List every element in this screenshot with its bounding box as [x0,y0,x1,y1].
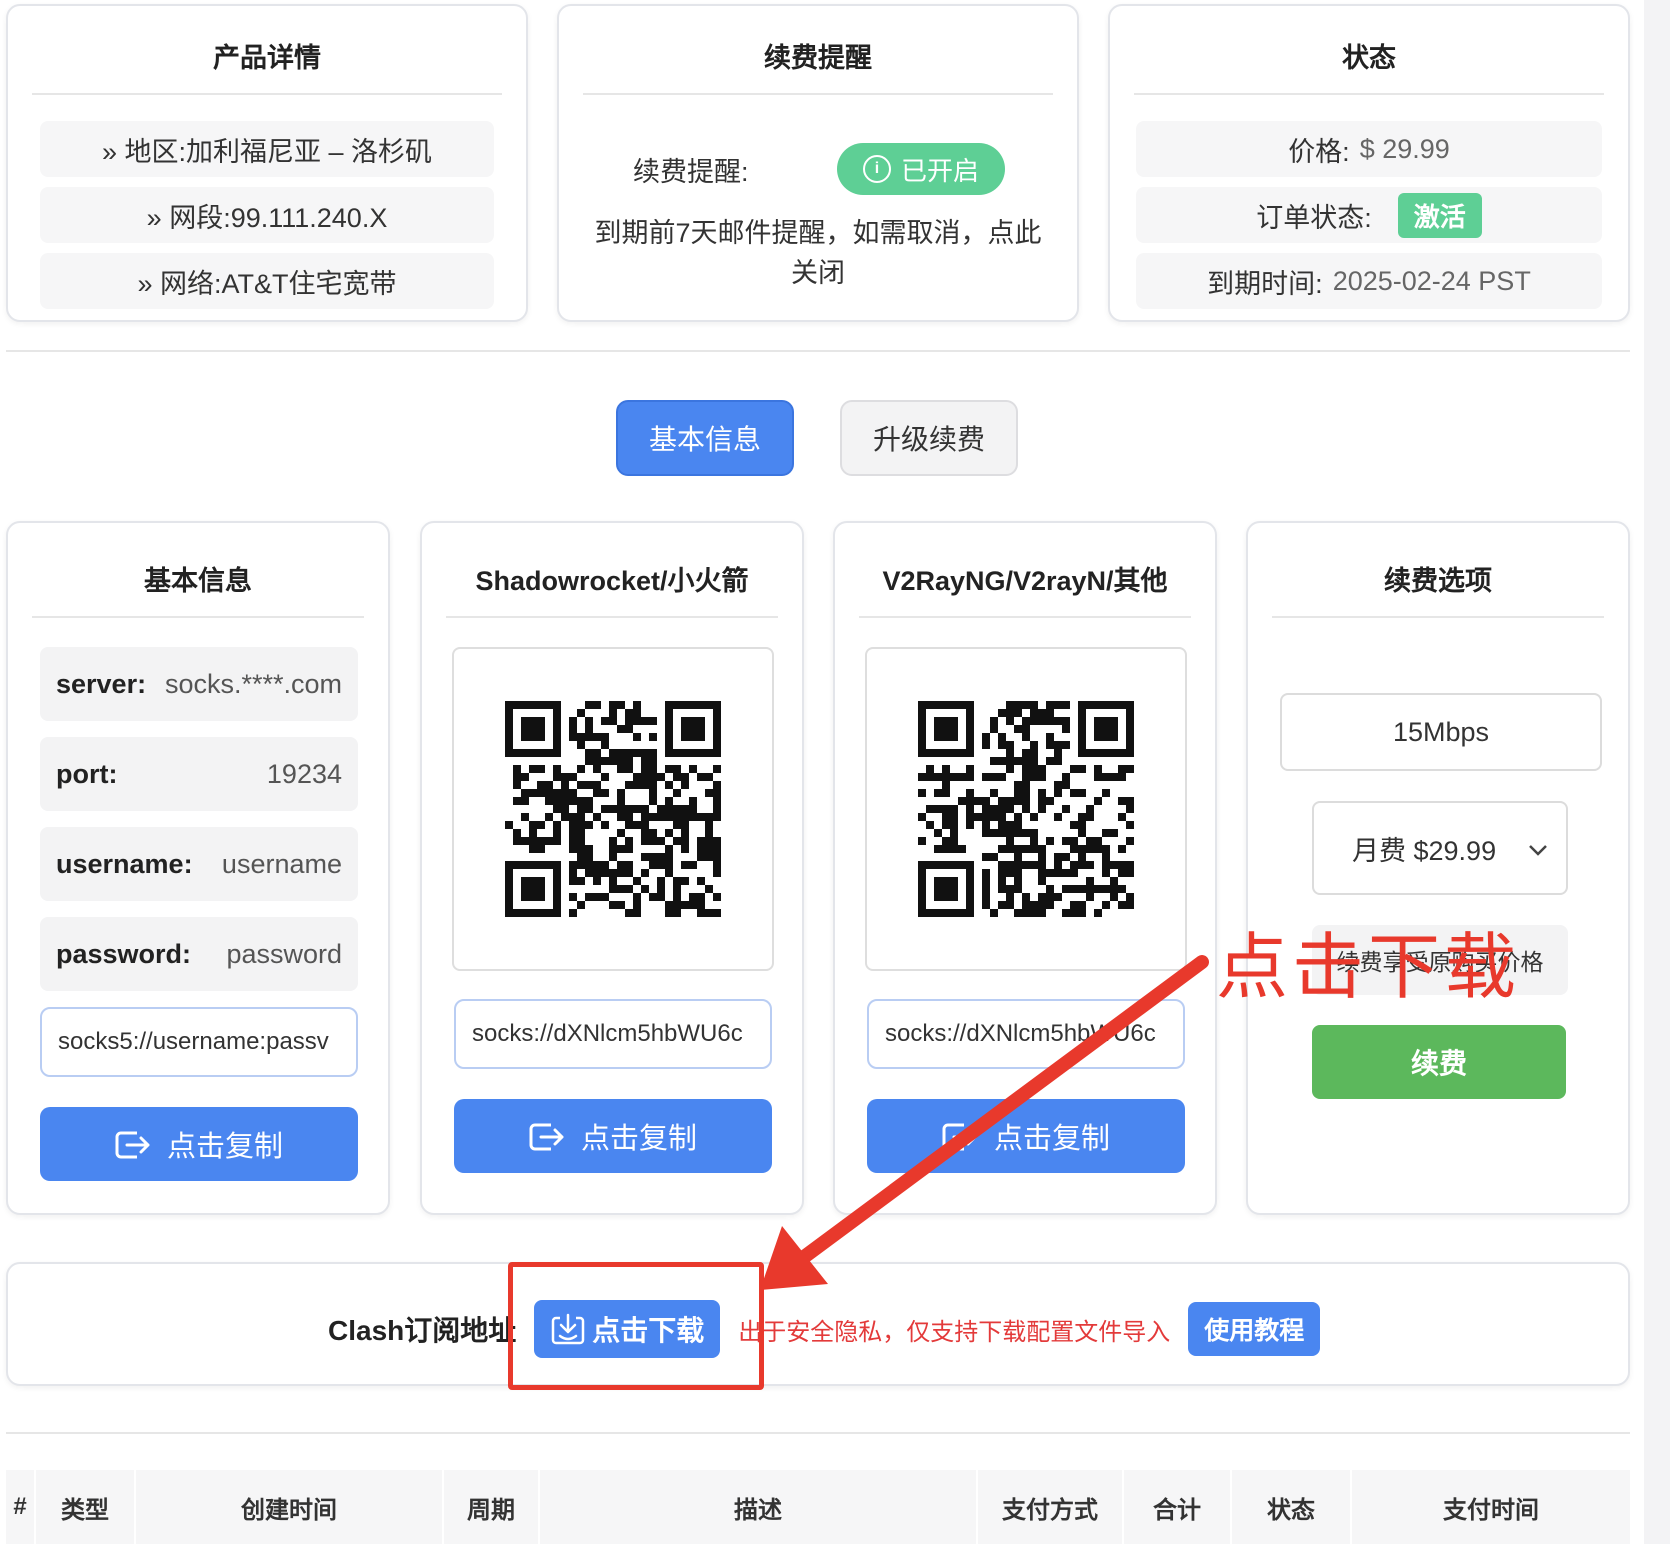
tab-basic-info[interactable]: 基本信息 [616,400,794,476]
renew-options-title: 续费选项 [1272,559,1604,618]
network-row: » 网络:AT&T住宅宽带 [40,253,494,309]
expiry-value: 2025-02-24 PST [1332,265,1531,296]
basic-info-card: 基本信息 server: socks.****.com port: 19234 … [6,521,390,1215]
password-key: password: [56,938,192,969]
renew-reminder-label: 续费提醒: [633,156,749,187]
qr-code-image [505,701,721,917]
tab-upgrade-renew[interactable]: 升级续费 [840,400,1018,476]
copy-label: 点击复制 [166,1131,283,1163]
status-card: 状态 价格: $ 29.99 订单状态: 激活 到期时间: 2025-02-24… [1108,4,1630,322]
username-key: username: [56,848,193,879]
clash-subscription-card: Clash订阅地址 点击下载 出于安全隐私，仅支持下载配置文件导入 使用教程 [6,1262,1630,1386]
col-total: 合计 [1124,1470,1232,1544]
copy-socks5-button[interactable]: 点击复制 [40,1107,358,1181]
shadowrocket-card: Shadowrocket/小火箭 socks://dXNlcm5hbWU6c 点… [420,521,804,1215]
tutorial-button[interactable]: 使用教程 [1188,1302,1321,1356]
col-description: 描述 [540,1470,978,1544]
port-value: 19234 [266,758,342,789]
col-period: 周期 [444,1470,540,1544]
port-row: port: 19234 [40,737,358,811]
renew-reminder-toggle[interactable]: i 已开启 [836,143,1005,195]
shadowrocket-qr-code [452,647,774,971]
bandwidth-select[interactable]: 15Mbps [1280,693,1602,771]
col-index: # [6,1470,36,1544]
price-row: 价格: $ 29.99 [1136,121,1602,177]
price-value: $ 29.99 [1359,133,1450,164]
region-row: » 地区:加利福尼亚 – 洛杉矶 [40,121,494,177]
status-title: 状态 [1134,36,1604,95]
expiry-row: 到期时间: 2025-02-24 PST [1136,253,1602,309]
v2ray-qr-code [865,647,1187,971]
v2ray-link-field[interactable]: socks://dXNlcm5hbWU6c [867,999,1185,1069]
col-paid-time: 支付时间 [1443,1496,1539,1524]
copy-label: 点击复制 [580,1123,697,1155]
chevron-down-icon [1528,833,1548,864]
order-status-label: 订单状态: [1256,202,1372,233]
server-value: socks.****.com [164,668,342,699]
v2ray-title: V2RayNG/V2rayN/其他 [859,559,1191,618]
basic-info-title: 基本信息 [32,559,364,618]
qr-code-image [918,701,1134,917]
col-created: 创建时间 [136,1470,444,1544]
renew-button[interactable]: 续费 [1312,1025,1566,1099]
col-type: 类型 [36,1470,136,1544]
price-label: 价格: [1288,136,1350,167]
annotation-label: 点击下载 [1216,925,1521,1009]
socks5-link-field[interactable]: socks5://username:passv [40,1007,358,1077]
security-note: 出于安全隐私，仅支持下载配置文件导入 [738,1318,1171,1346]
share-icon [115,1131,150,1159]
username-row: username: username [40,827,358,901]
section-divider [6,1432,1630,1434]
page-scrollbar[interactable] [1644,0,1670,1544]
renew-reminder-card: 续费提醒 续费提醒: i 已开启 到期前7天邮件提醒，如需取消，点此关闭 [557,4,1079,322]
port-key: port: [56,758,118,789]
share-icon [942,1123,977,1151]
expiry-label: 到期时间: [1207,268,1323,299]
username-value: username [221,848,342,879]
shadowrocket-title: Shadowrocket/小火箭 [446,559,778,618]
col-payment-method: 支付方式 [978,1470,1124,1544]
renew-reminder-description[interactable]: 到期前7天邮件提醒，如需取消，点此关闭 [585,213,1051,293]
subnet-row: » 网段:99.111.240.X [40,187,494,243]
clash-label: Clash订阅地址 [328,1315,517,1346]
product-details-card: 产品详情 » 地区:加利福尼亚 – 洛杉矶 » 网段:99.111.240.X … [6,4,528,322]
v2ray-card: V2RayNG/V2rayN/其他 socks://dXNlcm5hbWU6c … [833,521,1217,1215]
renew-reminder-title: 续费提醒 [583,36,1053,95]
password-row: password: password [40,917,358,991]
renew-options-card: 续费选项 15Mbps 月费 $29.99 续费享受原购买价格 续费 [1246,521,1630,1215]
server-row: server: socks.****.com [40,647,358,721]
copy-v2ray-button[interactable]: 点击复制 [867,1099,1185,1173]
password-value: password [226,938,342,969]
toggle-label: 已开启 [900,155,979,186]
share-icon [529,1123,564,1151]
col-status: 状态 [1232,1470,1352,1544]
shadowrocket-link-field[interactable]: socks://dXNlcm5hbWU6c [454,999,772,1069]
server-key: server: [56,668,147,699]
product-details-title: 产品详情 [32,36,502,95]
info-icon: i [862,155,891,183]
order-status-row: 订单状态: 激活 [1136,187,1602,243]
orders-table-header: # 类型 创建时间 周期 描述 支付方式 合计 状态 支付时间 [6,1470,1630,1544]
copy-label: 点击复制 [993,1123,1110,1155]
status-badge: 激活 [1397,192,1482,238]
plan-select[interactable]: 月费 $29.99 [1312,801,1568,895]
section-divider [6,350,1630,352]
plan-select-value: 月费 $29.99 [1352,835,1497,866]
copy-shadowrocket-button[interactable]: 点击复制 [454,1099,772,1173]
annotation-highlight-box [508,1262,764,1390]
